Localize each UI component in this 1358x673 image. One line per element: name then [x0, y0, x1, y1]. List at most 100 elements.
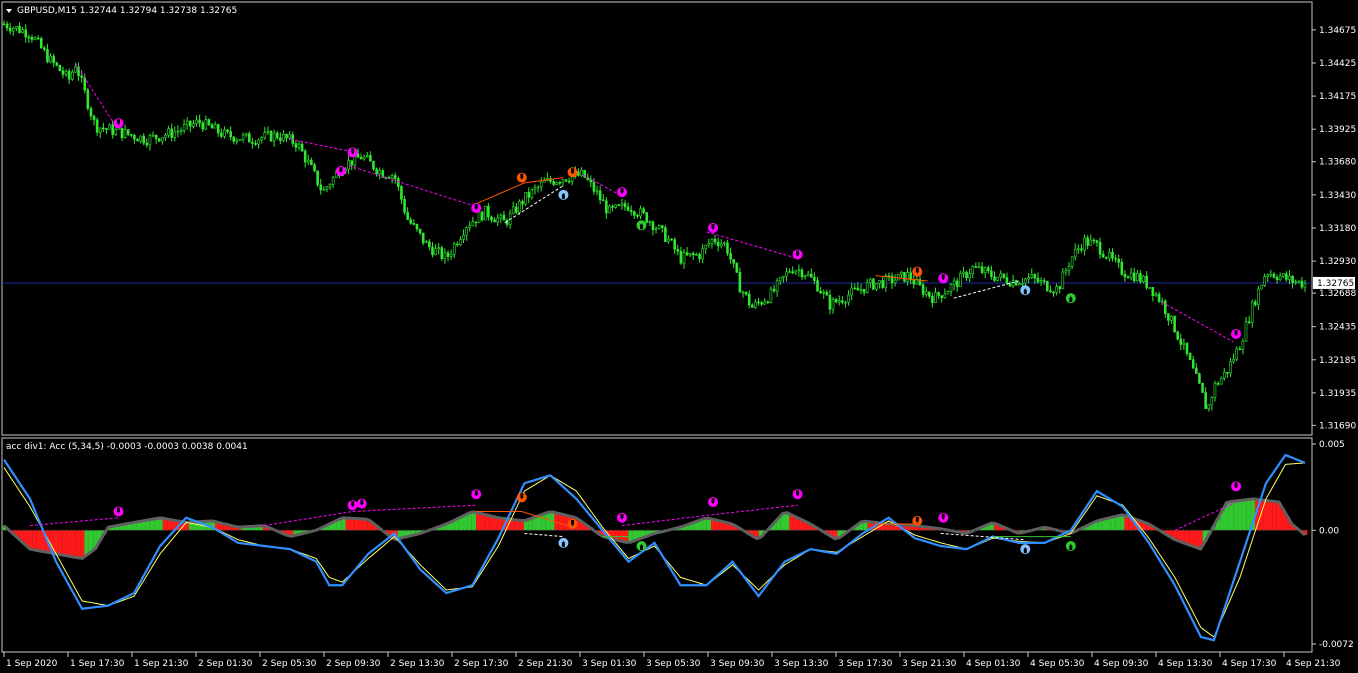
candle-body — [375, 168, 378, 175]
candle-body — [462, 234, 465, 240]
candle-body — [207, 119, 211, 126]
trading-chart[interactable]: 1.34675 1.34425 1.34175 1.33925 1.33680 1.334… — [0, 0, 1358, 673]
candle-body — [145, 142, 149, 146]
candle-body — [561, 179, 565, 183]
candle-body — [636, 215, 639, 217]
candle-body — [456, 243, 459, 246]
acc-bar — [1272, 501, 1277, 531]
x-tick-label: 3 Sep 09:30 — [710, 659, 765, 669]
acc-bar — [493, 517, 498, 531]
y-tick-label: 1.33680 — [1319, 158, 1356, 168]
candle-body — [738, 271, 742, 293]
candle-body — [692, 253, 695, 256]
candle-body — [390, 175, 394, 179]
candle-body — [428, 241, 431, 248]
candle-body — [841, 300, 844, 303]
candle-body — [716, 241, 720, 247]
x-tick-label: 2 Sep 05:30 — [262, 659, 317, 669]
candle-body — [235, 139, 239, 142]
candle-body — [369, 155, 372, 162]
candle-body — [1142, 275, 1145, 283]
candle-body — [67, 70, 71, 80]
candle-body — [1222, 372, 1226, 379]
candle-body — [241, 134, 245, 140]
arrow-up-icon — [558, 189, 569, 200]
candle-body — [310, 159, 313, 166]
candle-body — [878, 280, 881, 284]
candle-body — [741, 291, 745, 294]
candle-body — [1042, 280, 1046, 282]
arrow-down-icon — [938, 512, 949, 523]
candle-body — [229, 131, 232, 138]
candle-body — [272, 132, 276, 142]
y-tick-label: 0.005 — [1319, 440, 1345, 450]
candle-body — [108, 124, 111, 130]
indicator-header: acc div1: Acc (5,34,5) -0.0003 -0.0003 0… — [6, 442, 248, 452]
candle-body — [865, 282, 869, 293]
candle-body — [232, 136, 236, 142]
candle-body — [1024, 278, 1027, 284]
candle-body — [1179, 338, 1183, 345]
candle-body — [226, 129, 229, 132]
candle-body — [139, 135, 142, 142]
arrow-down-icon — [335, 165, 346, 176]
candle-body — [974, 266, 978, 268]
candle-body — [142, 135, 146, 144]
acc-bar — [471, 511, 477, 531]
candle-body — [1011, 280, 1015, 287]
x-tick-label: 4 Sep 01:30 — [966, 659, 1021, 669]
candle-body — [660, 225, 664, 228]
candle-body — [21, 29, 24, 33]
candle-body — [1201, 382, 1204, 393]
x-tick-label: 1 Sep 2020 — [6, 659, 58, 669]
candle-body — [257, 139, 260, 145]
candle-body — [499, 214, 503, 219]
candle-body — [844, 301, 847, 304]
candle-body — [437, 247, 441, 250]
candle-body — [347, 160, 350, 170]
candle-body — [1098, 242, 1102, 255]
candle-body — [279, 137, 282, 141]
candle-body — [173, 131, 177, 138]
y-tick-label: 1.34425 — [1319, 59, 1356, 69]
candle-body — [1198, 373, 1201, 384]
candle-body — [778, 277, 782, 282]
candle-body — [223, 129, 226, 137]
acc-bar — [84, 530, 89, 556]
candle-body — [651, 221, 655, 230]
candle-body — [52, 55, 55, 63]
candle-body — [962, 271, 965, 274]
candle-body — [595, 190, 599, 193]
candle-body — [33, 37, 37, 40]
candle-body — [685, 252, 689, 256]
candle-body — [530, 189, 534, 198]
acc-bar — [563, 515, 568, 531]
candle-body — [1030, 274, 1034, 278]
acc-bar — [1267, 501, 1273, 531]
arrow-down-icon — [616, 187, 627, 198]
candle-body — [729, 253, 732, 260]
candle-body — [884, 275, 888, 288]
candle-body — [555, 182, 558, 185]
acc-bar — [67, 530, 72, 557]
arrow-down-icon — [616, 512, 627, 523]
y-tick-label: 1.34175 — [1319, 92, 1356, 102]
x-tick-label: 4 Sep 21:30 — [1286, 659, 1341, 669]
candle-body — [362, 156, 366, 160]
arrow-down-icon — [938, 273, 949, 284]
candle-body — [766, 301, 770, 304]
candle-body — [757, 301, 760, 304]
candle-body — [952, 280, 956, 285]
candle-body — [1281, 273, 1285, 277]
candle-body — [46, 49, 49, 63]
arrow-down-icon — [912, 266, 923, 277]
candle-body — [927, 291, 931, 297]
arrow-down-icon — [708, 222, 719, 233]
candle-body — [490, 216, 493, 221]
candle-body — [788, 271, 791, 273]
candle-body — [664, 227, 667, 242]
candle-body — [1288, 275, 1291, 280]
candle-body — [1061, 271, 1065, 290]
candle-body — [896, 273, 900, 281]
candle-body — [667, 238, 670, 242]
